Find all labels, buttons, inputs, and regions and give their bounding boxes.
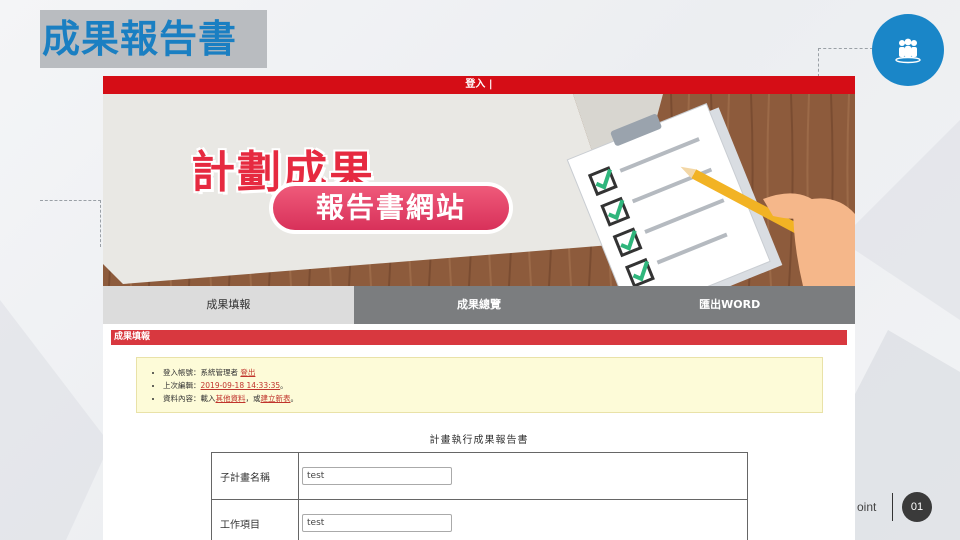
list-item: 上次編輯：2019-09-18 14:33:35。 [163, 379, 822, 392]
site-banner: 計劃成果 報告書網站 [103, 94, 855, 286]
list-item: 資料內容：載入其他資料，或建立新表。 [163, 392, 822, 405]
divider [892, 493, 893, 521]
subproject-name-input[interactable] [302, 467, 452, 485]
info-text: 上次編輯： [163, 381, 201, 390]
top-bar: 登入 | [103, 76, 855, 94]
tab-export-word[interactable]: 匯出WORD [604, 286, 855, 324]
tab-fill-report[interactable]: 成果填報 [103, 286, 354, 324]
decorative-line [818, 48, 873, 77]
login-link[interactable]: 登入 | [465, 79, 492, 90]
info-text: 資料內容：載入 [163, 394, 216, 403]
decorative-line [40, 200, 101, 247]
page-number: 01 [902, 492, 932, 522]
section-header: 成果填報 [111, 330, 847, 345]
website-screenshot: 登入 | 計劃成果 報告書網站 成果填報 成果總覽 匯出WORD 成果填報 • … [103, 76, 855, 540]
section-badge [872, 14, 944, 86]
field-cell [298, 452, 748, 500]
people-group-icon [895, 38, 921, 64]
background-shape [840, 120, 960, 320]
work-item-input[interactable] [302, 514, 452, 532]
background-shape [0, 300, 110, 540]
table-row: 子計畫名稱 [211, 452, 748, 500]
field-cell [298, 499, 748, 540]
main-nav: 成果填報 成果總覽 匯出WORD [103, 286, 855, 324]
info-text: 。 [290, 394, 299, 403]
field-label: 子計畫名稱 [211, 452, 299, 500]
list-item: 登入帳號：系統管理者 登出 [163, 366, 822, 379]
info-box: 登入帳號：系統管理者 登出 上次編輯：2019-09-18 14:33:35。 … [136, 357, 823, 413]
info-text: ，或 [245, 394, 261, 403]
field-label: 工作項目 [211, 499, 299, 540]
info-text: 。 [280, 381, 288, 390]
last-edit-link[interactable]: 2019-09-18 14:33:35 [201, 381, 281, 390]
logout-link[interactable]: 登出 [240, 368, 255, 377]
slide-title: 成果報告書 [40, 10, 267, 68]
banner-subtitle: 報告書網站 [273, 186, 509, 230]
report-form: 子計畫名稱 工作項目 [211, 452, 748, 540]
new-form-link[interactable]: 建立新表 [261, 394, 291, 403]
table-row: 工作項目 [211, 499, 748, 540]
footer-label: oint [857, 500, 877, 514]
report-title: 計畫執行成果報告書 [429, 435, 529, 446]
tab-overview[interactable]: 成果總覽 [353, 286, 605, 324]
info-text: 登入帳號：系統管理者 [163, 368, 238, 377]
other-data-link[interactable]: 其他資料 [216, 394, 246, 403]
